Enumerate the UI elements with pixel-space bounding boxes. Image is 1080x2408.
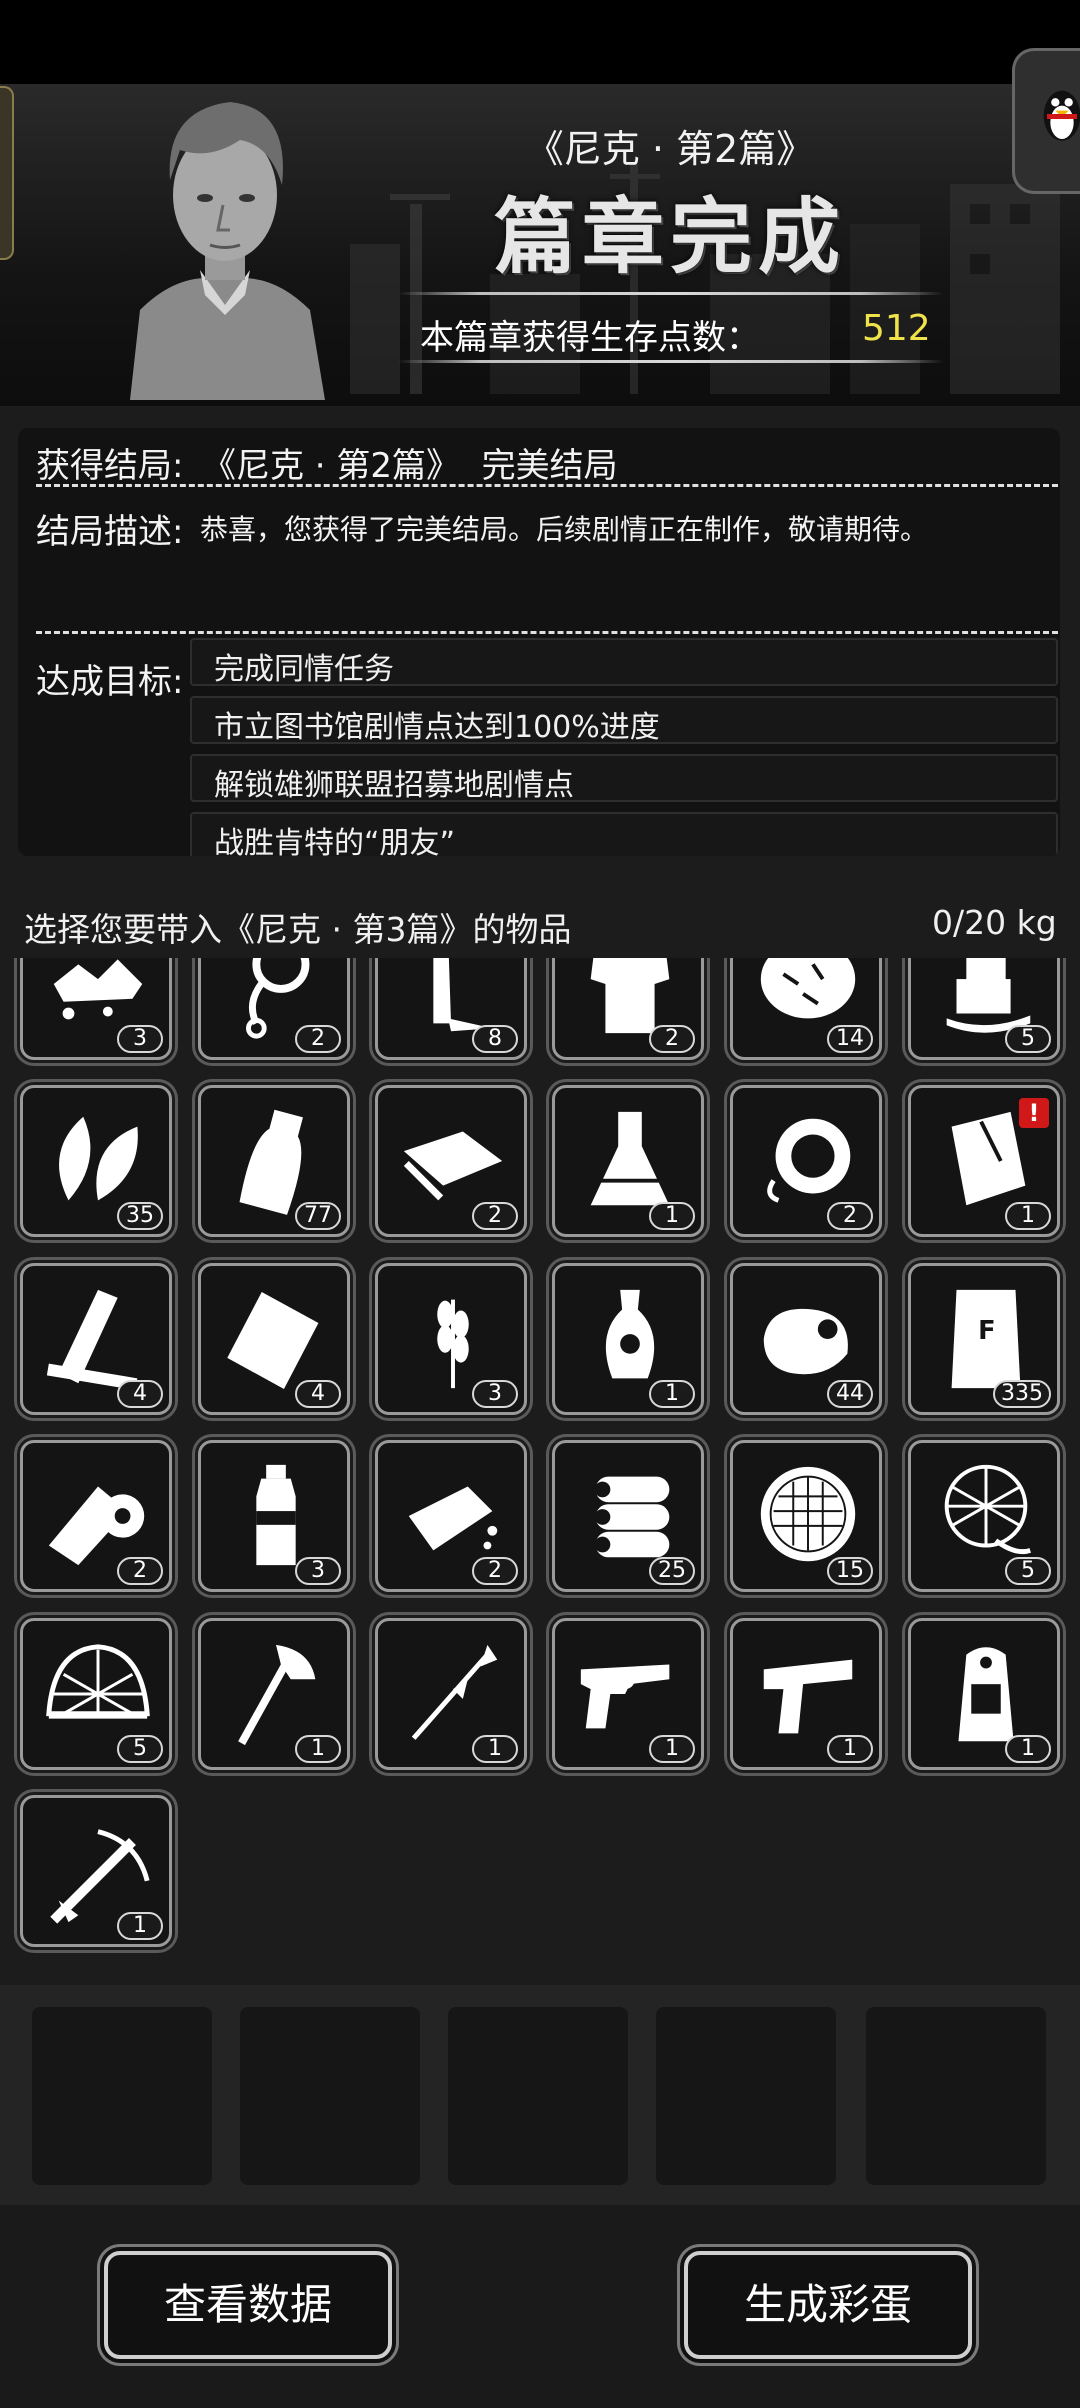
- survival-points-value: 512: [862, 308, 931, 349]
- description-label: 结局描述:: [36, 512, 184, 552]
- divider-line: [398, 292, 943, 295]
- dashed-divider: [36, 631, 1058, 634]
- item-count-badge: 1: [827, 1735, 873, 1763]
- goal-item: 市立图书馆剧情点达到100%进度: [190, 696, 1058, 745]
- footer-bar: 查看数据 生成彩蛋: [0, 2205, 1080, 2408]
- item-count-badge: 15: [827, 1557, 873, 1585]
- item-count-badge: 1: [1005, 1735, 1051, 1763]
- side-tab-left[interactable]: [0, 86, 14, 260]
- inventory-slot[interactable]: 8: [375, 958, 527, 1060]
- item-count-badge: 3: [295, 1557, 341, 1585]
- item-count-badge: 335: [993, 1380, 1051, 1408]
- carry-weight: 0/20 kg: [932, 903, 1057, 942]
- ending-info-box: 获得结局: 《尼克 · 第2篇》 完美结局 结局描述: 恭喜，您获得了完美结局。…: [18, 428, 1060, 856]
- inventory-slot[interactable]: 2: [730, 1085, 882, 1237]
- survival-points-label: 本篇章获得生存点数：: [420, 318, 760, 358]
- item-count-badge: 1: [117, 1912, 163, 1940]
- inventory-grid: 3 2 8 2 14 5 35 77 2 1 2 1! 4 4 3 1 44 F 335 2 3 2 25 15 5 5 1 1 1 1 1…: [0, 958, 1080, 1978]
- new-item-alert-icon: !: [1019, 1098, 1049, 1128]
- view-data-button[interactable]: 查看数据: [104, 2251, 392, 2359]
- item-count-badge: 2: [472, 1557, 518, 1585]
- item-count-badge: 2: [827, 1202, 873, 1230]
- inventory-slot[interactable]: 2: [375, 1085, 527, 1237]
- generate-easter-egg-button[interactable]: 生成彩蛋: [684, 2251, 972, 2359]
- item-count-badge: 2: [295, 1025, 341, 1053]
- carry-slot[interactable]: [448, 2007, 628, 2185]
- goal-item: 解锁雄狮联盟招募地剧情点: [190, 754, 1058, 803]
- ending-label: 获得结局:: [36, 446, 184, 486]
- item-count-badge: 3: [472, 1380, 518, 1408]
- inventory-slot[interactable]: 77: [198, 1085, 350, 1237]
- item-count-badge: 1: [1005, 1202, 1051, 1230]
- carry-slot[interactable]: [656, 2007, 836, 2185]
- item-count-badge: 25: [649, 1557, 695, 1585]
- inventory-slot[interactable]: 44: [730, 1263, 882, 1415]
- inventory-slot[interactable]: 2: [375, 1440, 527, 1592]
- inventory-slot[interactable]: 4: [20, 1263, 172, 1415]
- svg-text:F: F: [978, 1316, 995, 1346]
- inventory-slot[interactable]: 2: [20, 1440, 172, 1592]
- item-count-badge: 5: [117, 1735, 163, 1763]
- inventory-slot[interactable]: 5: [20, 1618, 172, 1770]
- item-count-badge: 5: [1005, 1025, 1051, 1053]
- item-count-badge: 2: [649, 1025, 695, 1053]
- ending-value: 《尼克 · 第2篇》 完美结局: [202, 446, 618, 486]
- inventory-slot[interactable]: 1: [552, 1263, 704, 1415]
- chapter-complete-title: 篇章完成: [493, 189, 846, 285]
- goals-label: 达成目标:: [36, 662, 184, 702]
- carry-slot[interactable]: [866, 2007, 1046, 2185]
- inventory-slot[interactable]: 1: [375, 1618, 527, 1770]
- penguin-icon: [1043, 90, 1080, 141]
- divider-line: [398, 360, 943, 363]
- item-count-badge: 1: [295, 1735, 341, 1763]
- carry-slot[interactable]: [32, 2007, 212, 2185]
- item-count-badge: 35: [117, 1202, 163, 1230]
- inventory-slot[interactable]: 3: [375, 1263, 527, 1415]
- inventory-slot[interactable]: 35: [20, 1085, 172, 1237]
- goal-item: 完成同情任务: [190, 638, 1058, 687]
- inventory-slot[interactable]: 1: [20, 1795, 172, 1947]
- inventory-slot[interactable]: 1: [552, 1618, 704, 1770]
- inventory-slot[interactable]: 5: [908, 1440, 1060, 1592]
- inventory-slot[interactable]: 1: [552, 1085, 704, 1237]
- carry-slots-area: [0, 1985, 1080, 2205]
- qq-share-tab[interactable]: [1012, 48, 1080, 194]
- item-count-badge: 14: [827, 1025, 873, 1053]
- description-text: 恭喜，您获得了完美结局。后续剧情正在制作，敬请期待。: [200, 513, 929, 546]
- item-count-badge: 5: [1005, 1557, 1051, 1585]
- inventory-slot[interactable]: 3: [20, 958, 172, 1060]
- inventory-slot[interactable]: 15: [730, 1440, 882, 1592]
- character-portrait: [130, 102, 325, 400]
- inventory-slot[interactable]: 3: [198, 1440, 350, 1592]
- inventory-slot[interactable]: 2: [198, 958, 350, 1060]
- item-count-badge: 1: [649, 1380, 695, 1408]
- inventory-slot[interactable]: 1: [198, 1618, 350, 1770]
- item-count-badge: 4: [295, 1380, 341, 1408]
- item-count-badge: 44: [827, 1380, 873, 1408]
- inventory-slot[interactable]: F 335: [908, 1263, 1060, 1415]
- inventory-slot[interactable]: 5: [908, 958, 1060, 1060]
- inventory-slot[interactable]: 14: [730, 958, 882, 1060]
- item-count-badge: 1: [472, 1735, 518, 1763]
- item-count-badge: 4: [117, 1380, 163, 1408]
- item-count-badge: 2: [472, 1202, 518, 1230]
- dashed-divider: [36, 484, 1058, 487]
- inventory-slot[interactable]: 1!: [908, 1085, 1060, 1237]
- inventory-slot[interactable]: 2: [552, 958, 704, 1060]
- inventory-slot[interactable]: 1: [908, 1618, 1060, 1770]
- carry-slot[interactable]: [240, 2007, 420, 2185]
- item-count-badge: 8: [472, 1025, 518, 1053]
- inventory-slot[interactable]: 1: [730, 1618, 882, 1770]
- inventory-slot[interactable]: 4: [198, 1263, 350, 1415]
- item-count-badge: 2: [117, 1557, 163, 1585]
- item-count-badge: 77: [295, 1202, 341, 1230]
- item-count-badge: 1: [649, 1735, 695, 1763]
- chapter-subtitle: 《尼克 · 第2篇》: [525, 127, 815, 171]
- item-count-badge: 3: [117, 1025, 163, 1053]
- item-count-badge: 1: [649, 1202, 695, 1230]
- inventory-slot[interactable]: 25: [552, 1440, 704, 1592]
- carry-items-prompt: 选择您要带入《尼克 · 第3篇》的物品: [24, 910, 572, 949]
- goal-item: 战胜肯特的“朋友”: [190, 812, 1058, 856]
